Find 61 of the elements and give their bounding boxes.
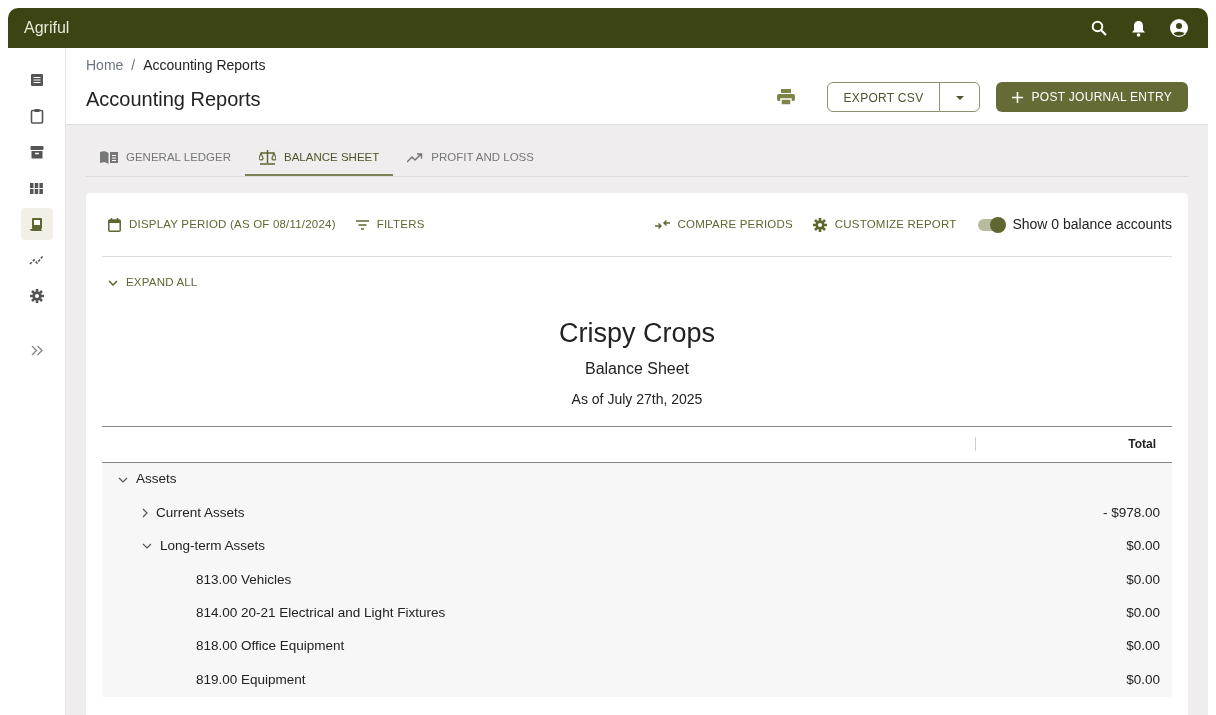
tab[interactable]: BALANCE SHEET: [245, 141, 394, 177]
archive-icon: [29, 145, 44, 159]
document-icon: [29, 73, 44, 87]
column-header: Total: [1128, 436, 1156, 454]
account-name: 814.00 20-21 Electrical and Light Fixtures: [196, 604, 446, 622]
chevron-right-icon[interactable]: [142, 507, 148, 518]
account-name: 818.00 Office Equipment: [196, 637, 345, 656]
account-name: 819.00 Equipment: [196, 670, 306, 689]
plus-icon: [1012, 91, 1024, 103]
scale-icon: [259, 150, 277, 166]
breadcrumb-current: Accounting Reports: [143, 56, 266, 75]
export-dropdown-button[interactable]: [939, 82, 981, 112]
print-icon[interactable]: [776, 89, 795, 105]
chevron-down-icon: [108, 279, 118, 286]
account-name: Long-term Assets: [160, 537, 266, 556]
total-amount: $0.00: [1126, 570, 1160, 589]
total-amount: $0.00: [1126, 670, 1160, 689]
page-title: Accounting Reports: [86, 87, 262, 112]
expand-all-button[interactable]: EXPAND ALL: [102, 273, 204, 293]
settings-icon: [812, 217, 827, 232]
receipt-icon: [30, 216, 43, 232]
total-amount: - $978.00: [1102, 503, 1160, 522]
breadcrumb-link[interactable]: Home: [86, 55, 124, 76]
search-icon[interactable]: [1091, 20, 1107, 36]
account-icon[interactable]: [1170, 19, 1188, 37]
compare-periods-button[interactable]: COMPARE PERIODS: [648, 215, 799, 235]
book-icon: [100, 151, 118, 165]
total-amount: $0.00: [1126, 537, 1160, 556]
toggle-switch[interactable]: [978, 218, 1005, 231]
post-journal-entry-button[interactable]: POST JOURNAL ENTRY: [996, 82, 1188, 112]
export-csv-button[interactable]: EXPORT CSV: [826, 82, 941, 112]
settings-icon: [29, 289, 44, 303]
clipboard-icon: [29, 108, 44, 124]
expand-sidebar-icon[interactable]: [30, 345, 43, 357]
total-amount: $0.00: [1126, 637, 1160, 656]
chevron-down-icon[interactable]: [142, 543, 152, 550]
filter-icon: [355, 219, 369, 230]
display-period-button[interactable]: DISPLAY PERIOD (AS OF 08/11/2024): [102, 215, 342, 235]
chevron-down-icon[interactable]: [118, 476, 128, 483]
company-name: Crispy Crops: [558, 316, 716, 349]
notifications-icon[interactable]: [1131, 19, 1146, 37]
total-amount: $0.00: [1126, 604, 1160, 622]
toggle-label: Show 0 balance accounts: [1012, 215, 1172, 235]
tab[interactable]: GENERAL LEDGER: [86, 141, 246, 177]
report-title: Balance Sheet: [583, 358, 691, 379]
trend-up-icon: [407, 152, 424, 163]
customize-report-button[interactable]: CUSTOMIZE REPORT: [806, 215, 963, 235]
compare-icon: [654, 218, 670, 231]
account-name: Assets: [136, 470, 177, 489]
report-date: As of July 27th, 2025: [570, 389, 704, 409]
breadcrumb-separator: /: [131, 56, 136, 75]
trend-line-icon: [29, 255, 44, 265]
grid-icon: [30, 182, 43, 194]
tab[interactable]: PROFIT AND LOSS: [393, 141, 548, 177]
account-name: 813.00 Vehicles: [196, 570, 292, 589]
calendar-icon: [108, 217, 121, 232]
caret-icon: [956, 96, 965, 102]
sidebar-item[interactable]: [20, 208, 53, 240]
filters-button[interactable]: FILTERS: [349, 215, 431, 235]
logo[interactable]: Agriful: [24, 16, 70, 40]
account-name: Current Assets: [156, 503, 245, 522]
